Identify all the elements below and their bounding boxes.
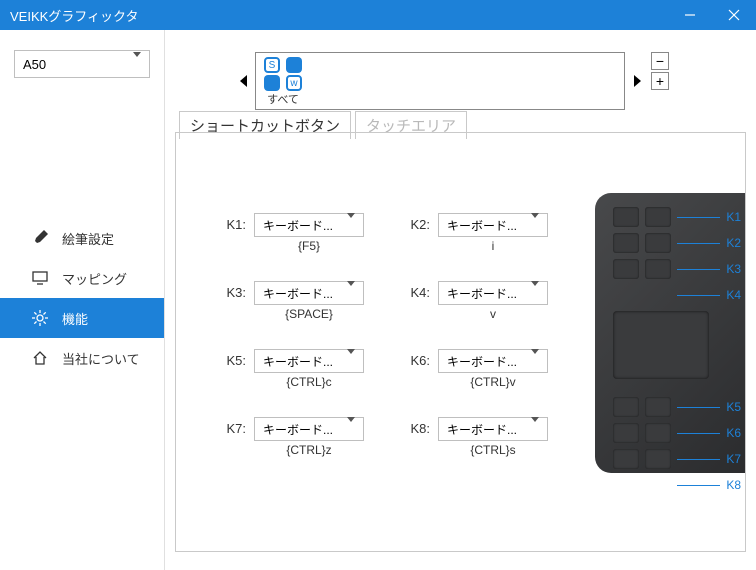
minimize-button[interactable] [668, 0, 712, 30]
window-title: VEIKKグラフィックタ [10, 6, 139, 25]
shortcut-panel: K1: キーボード... {F5} K2: キーボード... i K3: [175, 132, 746, 552]
chevron-down-icon [347, 218, 355, 232]
k6-select[interactable]: キーボード... [438, 349, 548, 373]
nav-about[interactable]: 当社について [0, 338, 164, 378]
chevron-down-icon [531, 218, 539, 232]
k8-select[interactable]: キーボード... [438, 417, 548, 441]
tablet-diagram: K1 K2 K3 K4 K5 K6 K7 K8 [595, 193, 745, 473]
chevron-down-icon [531, 286, 539, 300]
k3-select[interactable]: キーボード... [254, 281, 364, 305]
nav-label: マッピング [62, 269, 127, 288]
k6-label: K6: [400, 349, 430, 368]
nav-pen-settings[interactable]: 絵筆設定 [0, 218, 164, 258]
nav-label: 当社について [62, 349, 140, 368]
app-prev-button[interactable] [235, 52, 251, 110]
k1-select[interactable]: キーボード... [254, 213, 364, 237]
titlebar: VEIKKグラフィックタ [0, 0, 756, 30]
remove-app-button[interactable]: − [651, 52, 669, 70]
chevron-down-icon [347, 354, 355, 368]
k7-label: K7: [216, 417, 246, 436]
k5-value: {CTRL}c [254, 375, 364, 389]
arrow-left-icon [240, 75, 247, 87]
k4-label: K4: [400, 281, 430, 300]
k6-value: {CTRL}v [438, 375, 548, 389]
chevron-down-icon [531, 422, 539, 436]
nav-mapping[interactable]: マッピング [0, 258, 164, 298]
k3-value: {SPACE} [254, 307, 364, 321]
close-button[interactable] [712, 0, 756, 30]
k4-value: v [438, 307, 548, 321]
k7-value: {CTRL}z [254, 443, 364, 457]
k1-value: {F5} [254, 239, 364, 253]
monitor-icon [32, 270, 48, 286]
app-all[interactable]: Sw すべて [262, 55, 304, 107]
k4-select[interactable]: キーボード... [438, 281, 548, 305]
sidebar: A50 絵筆設定 マッピング 機能 [0, 30, 165, 570]
k5-select[interactable]: キーボード... [254, 349, 364, 373]
chevron-down-icon [133, 57, 141, 72]
k7-select[interactable]: キーボード... [254, 417, 364, 441]
arrow-right-icon [634, 75, 641, 87]
device-select[interactable]: A50 [14, 50, 150, 78]
k2-select[interactable]: キーボード... [438, 213, 548, 237]
pen-icon [32, 230, 48, 246]
nav-label: 絵筆設定 [62, 229, 114, 248]
app-next-button[interactable] [629, 52, 645, 110]
app-all-label: すべて [262, 91, 304, 107]
k1-label: K1: [216, 213, 246, 232]
k2-value: i [438, 239, 548, 253]
k5-label: K5: [216, 349, 246, 368]
device-select-value: A50 [23, 57, 46, 72]
chevron-down-icon [531, 354, 539, 368]
touchpad-icon [613, 311, 709, 379]
all-apps-icon: Sw [264, 57, 302, 91]
nav-label: 機能 [62, 309, 88, 328]
chevron-down-icon [347, 286, 355, 300]
k8-value: {CTRL}s [438, 443, 548, 457]
content: Sw すべて − + ショートカットボタン タッチエリア K1: [165, 30, 756, 570]
k3-label: K3: [216, 281, 246, 300]
gear-icon [32, 310, 48, 326]
add-app-button[interactable]: + [651, 72, 669, 90]
home-icon [32, 350, 48, 366]
chevron-down-icon [347, 422, 355, 436]
nav-function[interactable]: 機能 [0, 298, 164, 338]
k2-label: K2: [400, 213, 430, 232]
k8-label: K8: [400, 417, 430, 436]
app-list: Sw すべて [255, 52, 625, 110]
